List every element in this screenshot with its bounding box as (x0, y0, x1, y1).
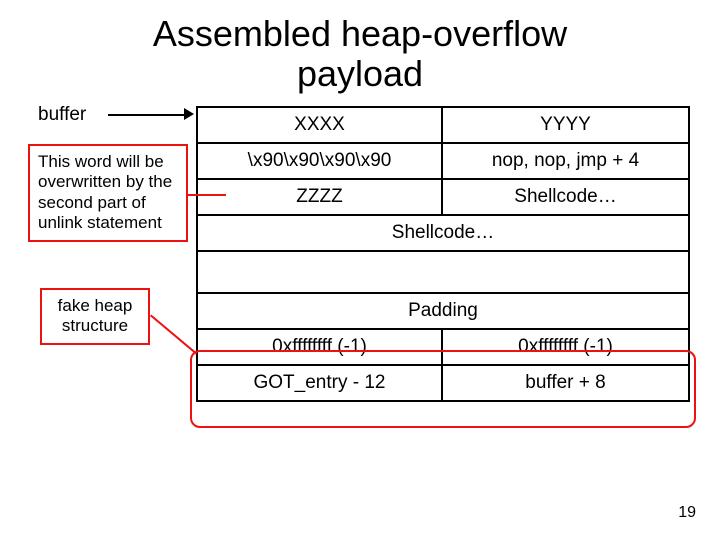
fake-heap-highlight (190, 350, 696, 428)
buffer-label: buffer (38, 104, 86, 126)
cell-shellcode-right: Shellcode… (443, 180, 688, 216)
title-line-1: Assembled heap-overflow (0, 14, 720, 54)
leader-line-overwritten (188, 194, 226, 196)
table-row: Shellcode… (198, 216, 688, 252)
overwritten-note: This word will be overwritten by the sec… (28, 144, 188, 242)
page-number: 19 (678, 504, 696, 522)
fake-heap-note: fake heap structure (40, 288, 150, 345)
cell-shellcode-full: Shellcode… (198, 216, 688, 252)
table-row: \x90\x90\x90\x90 nop, nop, jmp + 4 (198, 144, 688, 180)
leader-line-fake-heap (150, 314, 197, 354)
table-row: XXXX YYYY (198, 108, 688, 144)
cell-gap (198, 252, 688, 294)
cell-zzzz: ZZZZ (198, 180, 443, 216)
table-row-gap (198, 252, 688, 294)
cell-padding: Padding (198, 294, 688, 330)
cell-yyyy: YYYY (443, 108, 688, 144)
cell-xxxx: XXXX (198, 108, 443, 144)
cell-nops: \x90\x90\x90\x90 (198, 144, 443, 180)
table-row: ZZZZ Shellcode… (198, 180, 688, 216)
cell-jmp: nop, nop, jmp + 4 (443, 144, 688, 180)
buffer-arrow-head-icon (184, 108, 194, 120)
title-line-2: payload (0, 54, 720, 94)
buffer-arrow-line (108, 114, 184, 116)
table-row: Padding (198, 294, 688, 330)
